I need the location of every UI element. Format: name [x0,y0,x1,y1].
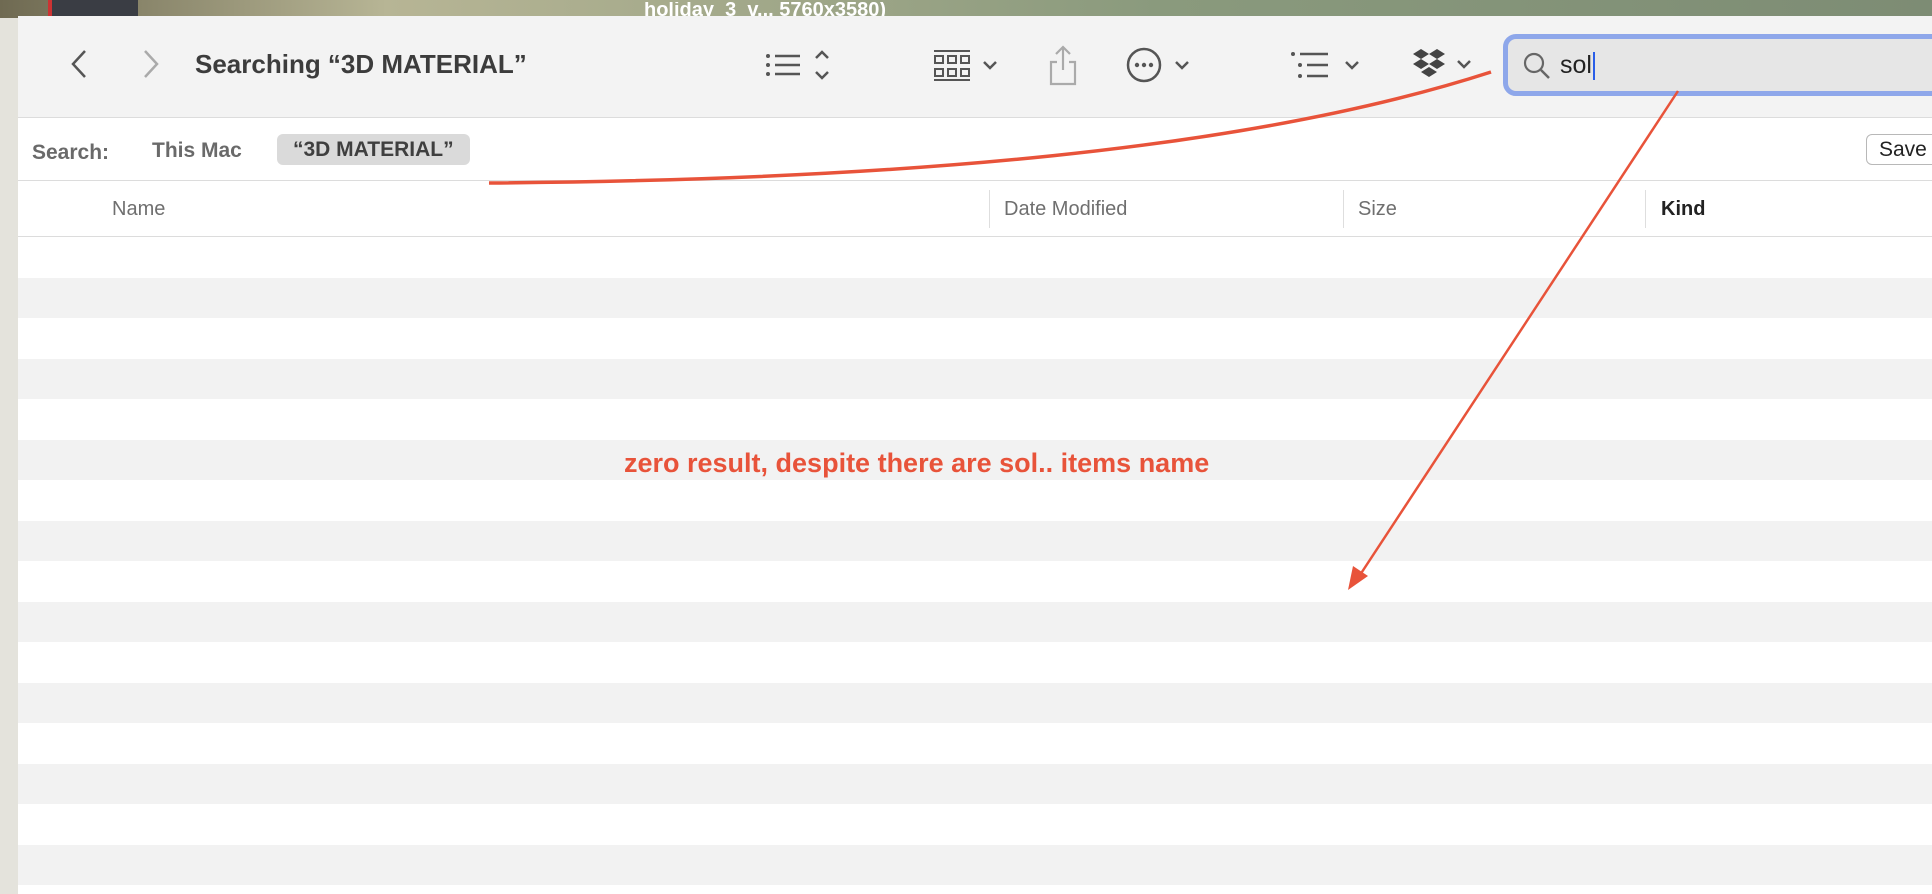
annotation-arrow-line [1356,90,1680,579]
annotation-curve [488,70,1492,185]
annotation-arrows [488,70,1680,590]
